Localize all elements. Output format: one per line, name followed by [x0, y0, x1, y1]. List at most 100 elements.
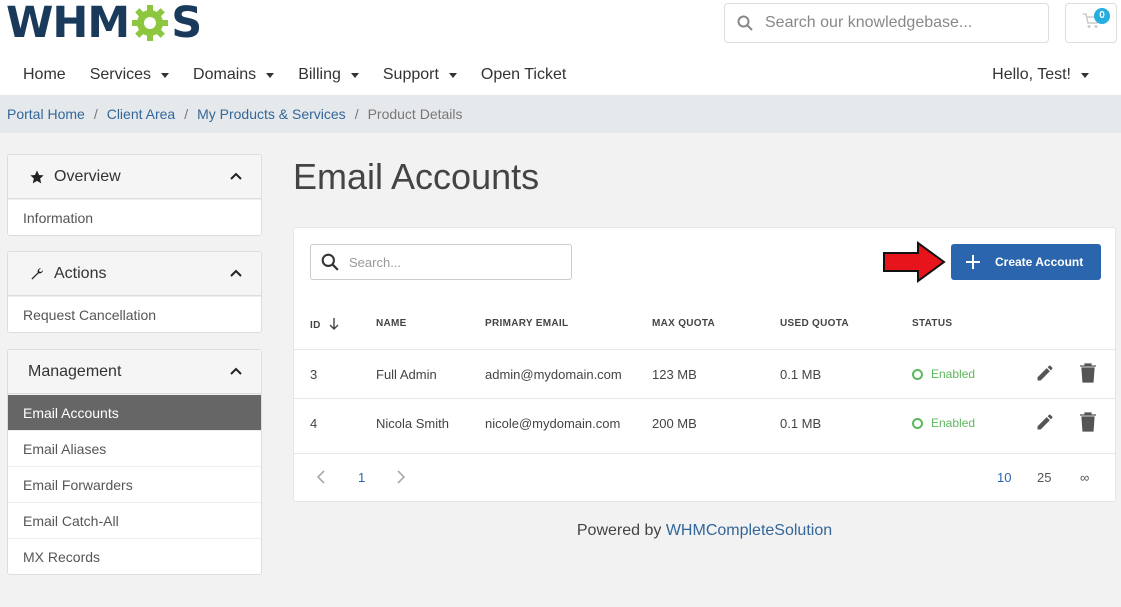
- breadcrumb-separator: /: [354, 106, 359, 122]
- sidebar-item-email-accounts[interactable]: Email Accounts: [8, 394, 261, 430]
- trash-icon[interactable]: [1079, 412, 1097, 437]
- column-header-status[interactable]: STATUS: [912, 318, 952, 329]
- column-header-used-quota-label: USED QUOTA: [780, 318, 849, 329]
- caret-down-icon: [1081, 72, 1089, 78]
- cell-email: nicole@mydomain.com: [485, 416, 621, 431]
- caret-down-icon: [350, 72, 359, 78]
- sidebar-item-request-cancellation[interactable]: Request Cancellation: [8, 296, 261, 332]
- nav-home[interactable]: Home: [0, 66, 78, 84]
- cell-name: Full Admin: [376, 367, 437, 382]
- sidebar-panel-actions: Actions Request Cancellation: [7, 251, 262, 333]
- sidebar-item-information[interactable]: Information: [8, 199, 261, 235]
- cell-id: 3: [310, 367, 318, 382]
- trash-icon[interactable]: [1079, 363, 1097, 388]
- nav-user-menu[interactable]: Hello, Test!: [980, 58, 1101, 92]
- per-page-all[interactable]: ∞: [1080, 470, 1089, 485]
- column-header-name[interactable]: NAME: [376, 318, 407, 329]
- star-icon: [28, 169, 46, 185]
- caret-down-icon: [448, 72, 457, 78]
- chevron-up-icon[interactable]: [229, 266, 243, 285]
- footer-prefix: Powered by: [576, 522, 662, 539]
- table-search-input[interactable]: [349, 254, 559, 270]
- top-header: WHM S Search our knowledgebase... 0 Home…: [0, 0, 1121, 95]
- cell-max-quota: 200 MB: [652, 416, 697, 431]
- sidebar-item-email-catch-all[interactable]: Email Catch-All: [8, 502, 261, 538]
- row-divider: [294, 453, 1115, 454]
- chevron-right-icon[interactable]: [396, 470, 406, 487]
- cell-used-quota: 0.1 MB: [780, 416, 822, 431]
- column-header-email-label: PRIMARY EMAIL: [485, 318, 569, 329]
- breadcrumb: Portal Home / Client Area / My Products …: [0, 95, 1121, 133]
- edit-icon[interactable]: [1035, 363, 1055, 388]
- plus-icon: [951, 254, 995, 270]
- row-divider: [294, 349, 1115, 350]
- breadcrumb-separator: /: [184, 106, 189, 122]
- caret-down-icon: [161, 72, 170, 78]
- main-nav: Home Services Domains Billing Support Op…: [0, 58, 1121, 92]
- cell-email: admin@mydomain.com: [485, 367, 622, 382]
- nav-domains[interactable]: Domains: [181, 66, 286, 84]
- nav-domains-label: Domains: [193, 66, 257, 83]
- panel-header-actions[interactable]: Actions: [8, 252, 261, 296]
- knowledgebase-search[interactable]: [724, 3, 1049, 43]
- nav-services[interactable]: Services: [78, 66, 181, 84]
- sidebar-item-email-forwarders[interactable]: Email Forwarders: [8, 466, 261, 502]
- column-header-max-quota[interactable]: MAX QUOTA: [652, 318, 715, 329]
- column-header-id[interactable]: ID: [310, 318, 339, 333]
- edit-icon[interactable]: [1035, 412, 1055, 437]
- status-circle-icon: [912, 417, 923, 429]
- whmcs-logo[interactable]: WHM S: [6, 0, 202, 48]
- panel-title-actions: Actions: [54, 264, 107, 282]
- cell-name: Nicola Smith: [376, 416, 449, 431]
- nav-services-label: Services: [89, 66, 152, 83]
- nav-open-ticket[interactable]: Open Ticket: [469, 66, 578, 84]
- nav-support[interactable]: Support: [371, 66, 469, 84]
- red-arrow-icon: [882, 240, 946, 289]
- breadcrumb-products[interactable]: My Products & Services: [197, 106, 346, 122]
- nav-support-label: Support: [382, 66, 439, 83]
- table-search[interactable]: [310, 244, 572, 280]
- panel-title-management: Management: [28, 362, 122, 380]
- column-header-max-quota-label: MAX QUOTA: [652, 318, 716, 329]
- cart-count-badge: 0: [1094, 8, 1110, 24]
- logo-prefix: WHM: [6, 0, 130, 48]
- breadcrumb-portal-home[interactable]: Portal Home: [7, 106, 85, 122]
- panel-header-management[interactable]: Management: [8, 350, 261, 394]
- nav-home-label: Home: [23, 66, 66, 83]
- cart-button[interactable]: 0: [1065, 3, 1117, 43]
- chevron-left-icon[interactable]: [316, 470, 326, 487]
- panel-header-overview[interactable]: Overview: [8, 155, 261, 199]
- cell-used-quota: 0.1 MB: [780, 367, 822, 382]
- chevron-up-icon[interactable]: [229, 364, 243, 383]
- sidebar-item-email-aliases[interactable]: Email Aliases: [8, 430, 261, 466]
- sort-desc-icon: [329, 318, 339, 333]
- status-badge: Enabled: [912, 367, 975, 381]
- chevron-up-icon[interactable]: [229, 169, 243, 188]
- row-divider: [294, 398, 1115, 399]
- status-label: Enabled: [931, 367, 976, 381]
- knowledgebase-search-input[interactable]: [765, 14, 1035, 32]
- breadcrumb-current: Product Details: [367, 106, 463, 122]
- per-page-10[interactable]: 10: [997, 470, 1011, 485]
- nav-billing[interactable]: Billing: [286, 66, 371, 84]
- gear-icon: [130, 3, 170, 43]
- create-account-button[interactable]: Create Account: [951, 244, 1101, 280]
- panel-title-overview: Overview: [54, 167, 121, 185]
- sidebar-panel-overview: Overview Information: [7, 154, 262, 236]
- footer-link[interactable]: WHMCompleteSolution: [666, 522, 832, 539]
- breadcrumb-client-area[interactable]: Client Area: [107, 106, 175, 122]
- sidebar-item-mx-records[interactable]: MX Records: [8, 538, 261, 574]
- cell-max-quota: 123 MB: [652, 367, 697, 382]
- email-accounts-card: Create Account ID NAME PRIMARY EMAIL MAX…: [293, 227, 1116, 502]
- create-account-label: Create Account: [995, 255, 1084, 269]
- column-header-id-label: ID: [310, 320, 321, 331]
- page-number[interactable]: 1: [358, 470, 365, 485]
- caret-down-icon: [266, 72, 275, 78]
- sidebar-panel-management: Management Email Accounts Email Aliases …: [7, 349, 262, 575]
- logo-suffix: S: [171, 0, 202, 48]
- per-page-25[interactable]: 25: [1037, 470, 1051, 485]
- column-header-primary-email[interactable]: PRIMARY EMAIL: [485, 318, 568, 329]
- column-header-status-label: STATUS: [912, 318, 953, 329]
- column-header-used-quota[interactable]: USED QUOTA: [780, 318, 849, 329]
- nav-billing-label: Billing: [298, 66, 341, 83]
